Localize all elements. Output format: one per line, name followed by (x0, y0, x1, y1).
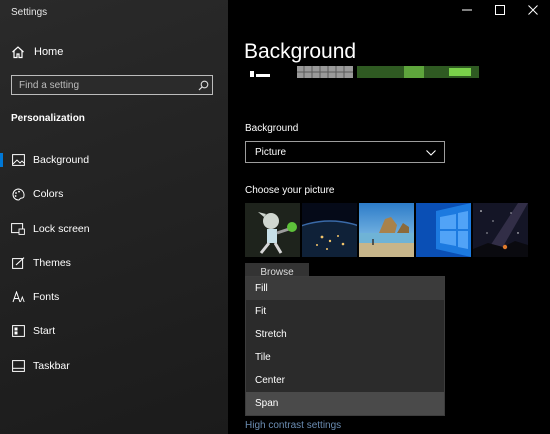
background-type-value: Picture (255, 146, 287, 158)
search-box[interactable] (11, 75, 213, 95)
fit-option-tile[interactable]: Tile (246, 346, 444, 369)
picture-thumbnail-earth-night[interactable] (302, 203, 357, 257)
picture-thumbnail-milky-way[interactable] (473, 203, 528, 257)
sidebar-item-label: Colors (33, 188, 64, 200)
chevron-down-icon (426, 143, 436, 161)
minimize-button[interactable] (450, 0, 484, 22)
fit-option-fit[interactable]: Fit (246, 300, 444, 323)
sidebar-item-label: Themes (33, 257, 71, 269)
minimize-icon (462, 2, 472, 20)
page-title: Background (244, 40, 357, 63)
home-label: Home (34, 46, 64, 58)
close-icon (528, 2, 538, 20)
fit-option-fill[interactable]: Fill (246, 277, 444, 300)
palette-icon (11, 187, 25, 201)
section-title: Personalization (11, 113, 85, 124)
start-icon (11, 324, 25, 338)
search-input[interactable] (12, 79, 194, 91)
fit-dropdown-list[interactable]: Fill Fit Stretch Tile Center Span (245, 276, 445, 416)
sidebar-item-label: Fonts (33, 291, 60, 303)
picture-thumbnail-windows[interactable] (416, 203, 471, 257)
sidebar-item-label: Lock screen (33, 223, 90, 235)
choose-picture-label: Choose your picture (245, 185, 335, 196)
sidebar-item-label: Start (33, 325, 56, 337)
themes-icon (11, 256, 25, 270)
sidebar-item-fonts[interactable]: Fonts (0, 285, 228, 309)
sidebar-item-background[interactable]: Background (0, 148, 228, 172)
picture-thumbnails (245, 203, 530, 257)
maximize-button[interactable] (483, 0, 517, 22)
background-icon (11, 153, 25, 167)
high-contrast-settings-link[interactable]: High contrast settings (245, 420, 341, 431)
picture-thumbnail-cartoon[interactable] (245, 203, 300, 257)
app-title: Settings (11, 7, 48, 18)
home-icon (11, 45, 25, 59)
close-button[interactable] (516, 0, 550, 22)
search-icon[interactable] (194, 76, 212, 94)
background-type-select[interactable]: Picture (245, 141, 445, 163)
browse-button[interactable]: Browse (245, 263, 309, 277)
home-link[interactable]: Home (11, 44, 63, 60)
taskbar-icon (11, 359, 25, 373)
sidebar-item-label: Taskbar (33, 360, 70, 372)
sidebar-item-label: Background (33, 154, 90, 166)
sidebar-item-themes[interactable]: Themes (0, 251, 228, 275)
fit-option-span[interactable]: Span (246, 392, 444, 415)
fonts-icon (11, 290, 25, 304)
sidebar-item-taskbar[interactable]: Taskbar (0, 354, 228, 378)
sidebar-item-colors[interactable]: Colors (0, 182, 228, 206)
lock-screen-icon (11, 222, 25, 236)
fit-option-center[interactable]: Center (246, 369, 444, 392)
sidebar-item-lock-screen[interactable]: Lock screen (0, 217, 228, 241)
sidebar-item-start[interactable]: Start (0, 319, 228, 343)
sidebar: Settings Home Personalization Background… (0, 0, 228, 434)
maximize-icon (495, 2, 505, 20)
background-preview (244, 66, 484, 80)
background-type-label: Background (245, 123, 299, 134)
picture-thumbnail-beach[interactable] (359, 203, 414, 257)
fit-option-stretch[interactable]: Stretch (246, 323, 444, 346)
browse-label: Browse (260, 267, 294, 277)
